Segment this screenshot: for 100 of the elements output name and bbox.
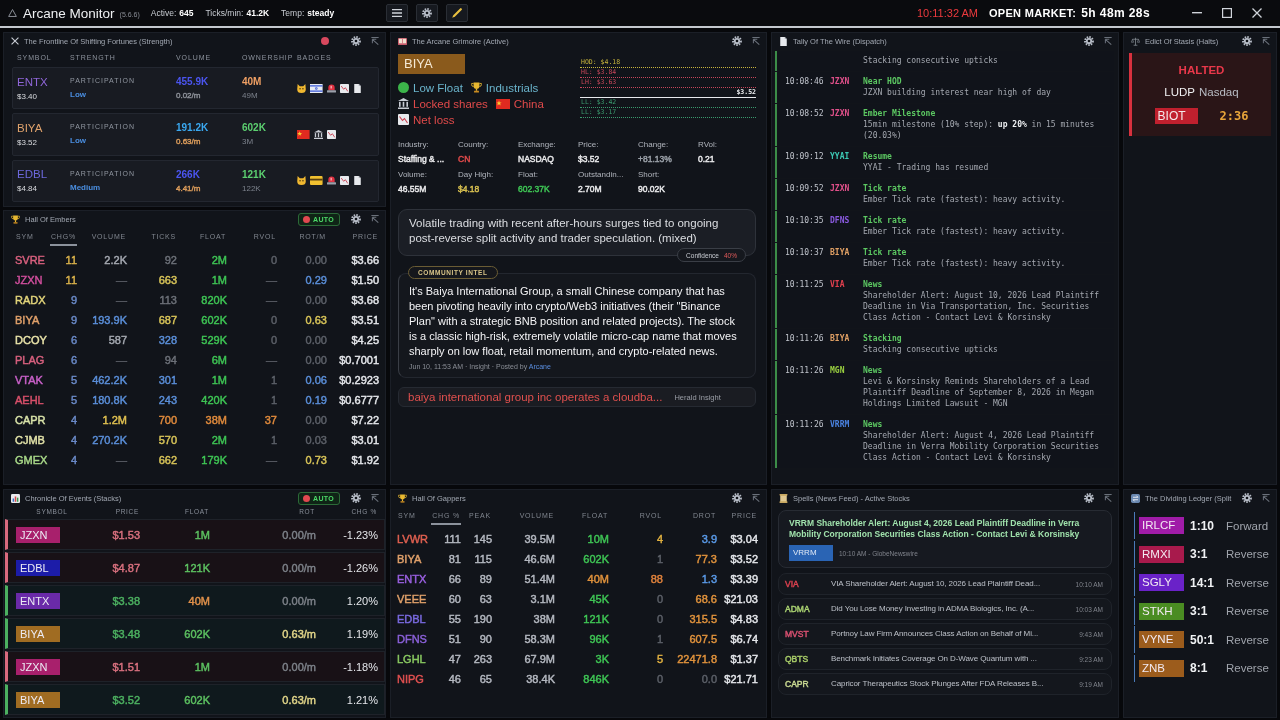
event-row[interactable]: EDBL $4.87 121K 0.00/m -1.26% — [5, 552, 385, 583]
edit-button[interactable] — [446, 4, 468, 22]
event-row[interactable]: BIYA $3.52 602K 0.63/m 1.21% — [5, 684, 385, 715]
table-cell: 0 — [656, 672, 663, 686]
pop-out-icon[interactable] — [371, 37, 379, 45]
table-cell: GMEX — [15, 453, 48, 467]
pop-out-icon[interactable] — [1104, 37, 1112, 45]
maximize-icon[interactable] — [1222, 8, 1232, 18]
pop-out-icon[interactable] — [1104, 494, 1112, 502]
menu-icon — [392, 8, 402, 18]
table-cell: 587 — [108, 333, 127, 347]
table-cell: VTAK — [15, 373, 43, 387]
table-cell: 1 — [270, 373, 277, 387]
stat-value: $3.52 — [578, 154, 600, 165]
table-cell: 121K — [184, 560, 210, 575]
split-row[interactable]: VYNE 50:1 Reverse — [1134, 626, 1276, 653]
pop-out-icon[interactable] — [371, 494, 379, 502]
symbol-chip: RMXI — [1139, 545, 1184, 563]
settings-icon[interactable] — [351, 214, 361, 224]
stat-value: 2.70M — [578, 184, 602, 195]
news-symbol: QBTS — [785, 654, 809, 664]
pop-out-icon[interactable] — [752, 494, 760, 502]
event-row[interactable]: BIYA $3.48 602K 0.63/m 1.19% — [5, 618, 385, 649]
table-cell: 47 — [448, 652, 461, 666]
stat-label: Day High: — [458, 170, 494, 180]
stat-value: 602.37K — [518, 184, 550, 195]
split-row[interactable]: SGLY 14:1 Reverse — [1134, 569, 1276, 596]
split-ratio: 14:1 — [1190, 575, 1215, 590]
close-icon[interactable] — [11, 37, 19, 45]
herald-text: baiya international group inc operates a cloudba... — [408, 391, 663, 403]
symbol-chip: SGLY — [1139, 574, 1184, 591]
table-cell: 0 — [270, 333, 277, 347]
split-row[interactable]: IRLCF 1:10 Forward — [1134, 512, 1276, 539]
intel-text: It's Baiya International Group, a small Chinese company that has been pivoting heavily into crypto/Web3 initiatives (their "Binance Plan" with a strategic BNB position and related projects). The stock is a classic high-risk, extremely volatile micro-cap name that moves sharply on low float, retail momentum, and crypto-related news. — [409, 284, 738, 359]
table-cell: 88 — [650, 572, 663, 586]
stat-label: Country: — [458, 140, 489, 150]
minimize-icon[interactable] — [1192, 12, 1202, 14]
dot-icon[interactable] — [321, 37, 329, 45]
table-cell: 5 — [70, 373, 77, 387]
settings-icon[interactable] — [1242, 36, 1252, 46]
table-cell: 700 — [158, 413, 177, 427]
stat-label: Exchange: — [518, 140, 556, 150]
table-cell: 92 — [164, 253, 177, 267]
entry-title: Tick rate — [863, 247, 907, 258]
settings-button[interactable] — [416, 4, 438, 22]
table-cell: $3.38 — [112, 593, 140, 608]
menu-button[interactable] — [386, 4, 408, 22]
table-cell: 1.20% — [346, 593, 378, 608]
table-cell: — — [266, 293, 277, 307]
ticker-symbol: ENTX — [17, 74, 48, 89]
table-cell: $1.50 — [351, 273, 379, 287]
settings-icon[interactable] — [732, 36, 742, 46]
table-cell: $3.68 — [351, 293, 379, 307]
event-row[interactable]: JZXN $1.53 1M 0.00/m -1.23% — [5, 519, 385, 550]
bank-icon — [313, 130, 323, 139]
settings-icon[interactable] — [732, 493, 742, 503]
table-cell: 38.4K — [526, 672, 555, 686]
table-cell: $7.22 — [351, 413, 379, 427]
table-cell: 0.00/m — [282, 527, 316, 542]
close-icon[interactable] — [1252, 8, 1262, 18]
pop-out-icon[interactable] — [1262, 37, 1270, 45]
entry-symbol: JZXN — [830, 108, 850, 119]
table-cell: 89 — [479, 572, 492, 586]
table-cell: 602K — [583, 552, 609, 566]
table-cell: 9 — [70, 313, 77, 327]
pop-out-icon[interactable] — [1262, 494, 1271, 502]
settings-icon[interactable] — [1084, 493, 1094, 503]
clock-text: 10:11:32 AM — [917, 7, 978, 19]
settings-icon[interactable] — [351, 493, 361, 503]
table-cell: $4.87 — [112, 560, 140, 575]
news-symbol: MVST — [785, 629, 809, 639]
settings-icon[interactable] — [1084, 36, 1094, 46]
split-row[interactable]: ZNB 8:1 Reverse — [1134, 654, 1276, 682]
settings-icon[interactable] — [351, 36, 361, 46]
table-cell: — — [266, 453, 277, 467]
table-cell: 820K — [201, 293, 227, 307]
settings-icon — [422, 8, 432, 18]
table-cell: — — [116, 293, 127, 307]
table-cell: -1.18% — [343, 659, 378, 674]
event-row[interactable]: ENTX $3.38 40M 0.00/m 1.20% — [5, 585, 385, 616]
strength-value: Medium — [70, 181, 101, 193]
flag-icon — [495, 98, 510, 109]
table-cell: -1.23% — [343, 527, 378, 542]
table-cell: 38M — [205, 413, 227, 427]
stat-value: 90.02K — [638, 184, 665, 195]
event-row[interactable]: JZXN $1.51 1M 0.00/m -1.18% — [5, 651, 385, 682]
table-cell: 2M — [211, 253, 227, 267]
split-type: Reverse — [1226, 576, 1269, 589]
settings-icon[interactable] — [1242, 493, 1253, 503]
pop-out-icon[interactable] — [371, 215, 379, 223]
split-row[interactable]: RMXI 3:1 Reverse — [1134, 540, 1276, 568]
pop-out-icon[interactable] — [752, 37, 760, 45]
split-row[interactable]: STKH 3:1 Reverse — [1134, 597, 1276, 625]
table-cell: 1 — [656, 552, 663, 566]
trophy-icon — [470, 82, 482, 93]
table-cell: 0.73 — [305, 453, 327, 467]
halt-exchange: Nasdaq — [1199, 86, 1239, 98]
halt-timer: 2:36 — [1219, 109, 1249, 123]
entry-time: 10:10:35 — [785, 215, 824, 226]
table-cell: 113 — [159, 293, 177, 307]
